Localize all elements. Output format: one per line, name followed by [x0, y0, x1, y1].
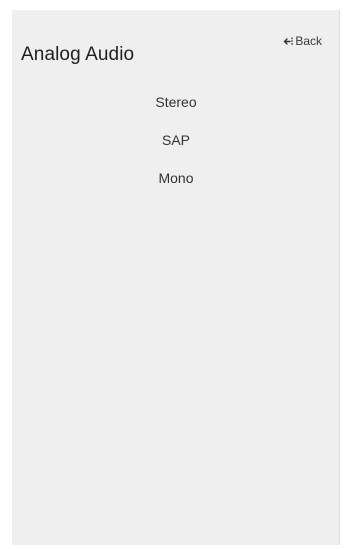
back-button[interactable]: Back [283, 34, 322, 48]
menu-item-sap[interactable]: SAP [12, 127, 340, 165]
back-arrow-icon [283, 36, 294, 47]
menu-item-stereo[interactable]: Stereo [12, 89, 340, 127]
menu-item-mono[interactable]: Mono [12, 165, 340, 203]
page-title: Analog Audio [21, 44, 135, 65]
back-label: Back [295, 34, 322, 48]
audio-options-list: Stereo SAP Mono [12, 89, 340, 203]
audio-menu-panel: Back Analog Audio Stereo SAP Mono [12, 10, 340, 545]
